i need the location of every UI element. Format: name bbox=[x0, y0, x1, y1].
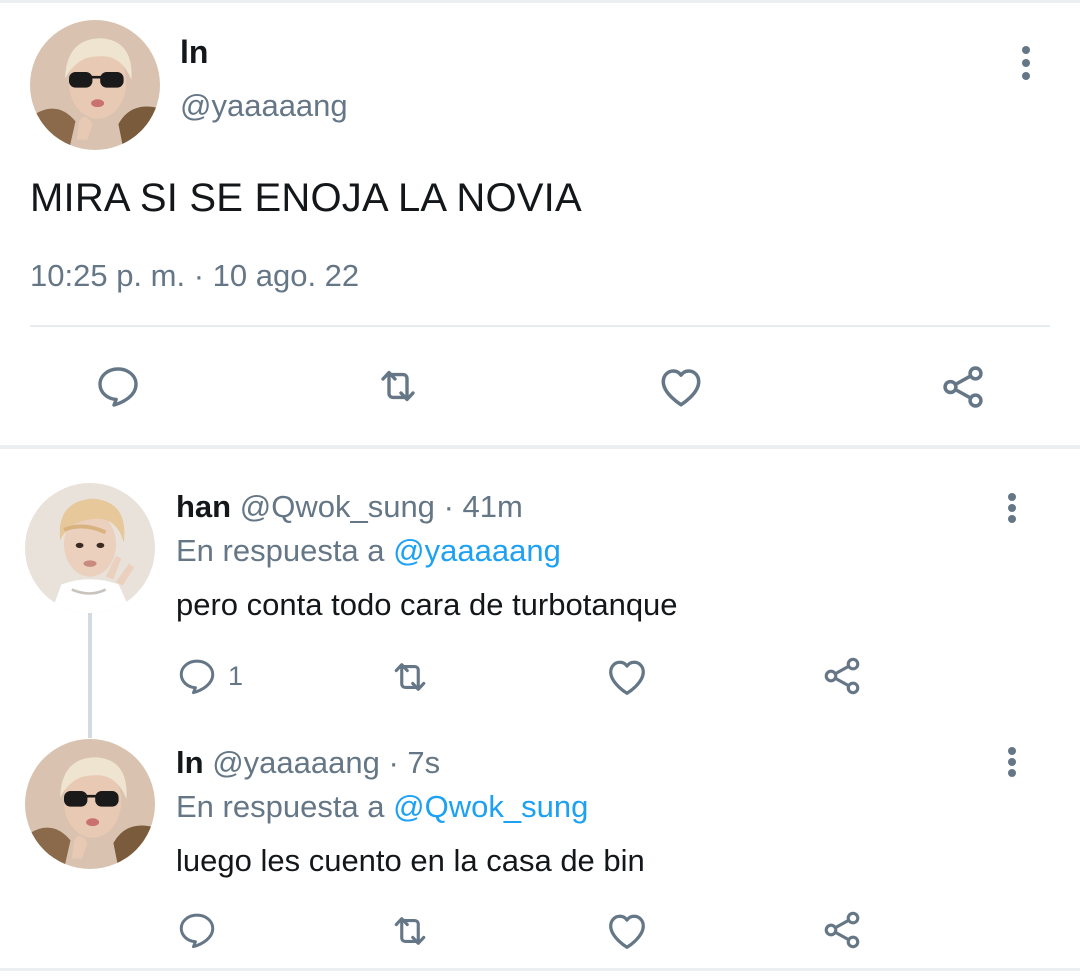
like-button[interactable] bbox=[604, 654, 650, 700]
tweet-text: MIRA SI SE ENOJA LA NOVIA bbox=[30, 176, 582, 220]
reply-icon bbox=[176, 655, 218, 697]
more-options-icon[interactable] bbox=[1005, 491, 1019, 525]
more-options-icon[interactable] bbox=[1005, 745, 1019, 779]
share-button[interactable] bbox=[820, 654, 864, 698]
reply-button[interactable] bbox=[94, 362, 142, 410]
mention-link[interactable]: @Qwok_sung bbox=[393, 789, 588, 824]
reply-button[interactable]: 1 bbox=[176, 655, 243, 697]
share-button[interactable] bbox=[938, 362, 988, 412]
avatar[interactable] bbox=[25, 483, 155, 613]
reply-count: 1 bbox=[228, 660, 244, 691]
reply-prefix: En respuesta a bbox=[176, 789, 385, 824]
share-icon bbox=[938, 362, 988, 412]
action-bar bbox=[0, 340, 1080, 435]
main-tweet: ln @yaaaaang MIRA SI SE ENOJA LA NOVIA 1… bbox=[0, 0, 1080, 448]
avatar[interactable] bbox=[25, 739, 155, 869]
like-button[interactable] bbox=[604, 908, 650, 954]
tweet-timestamp[interactable]: 10:25 p. m. · 10 ago. 22 bbox=[30, 258, 359, 294]
author-handle[interactable]: @yaaaaang bbox=[180, 88, 348, 124]
author-name[interactable]: han bbox=[176, 489, 231, 524]
reply-text: luego les cuento en la casa de bin bbox=[176, 843, 645, 878]
share-icon bbox=[820, 654, 864, 698]
like-button[interactable] bbox=[656, 362, 706, 412]
author-handle[interactable]: @yaaaaang bbox=[212, 745, 380, 780]
bottom-divider bbox=[0, 968, 1080, 971]
like-icon bbox=[604, 654, 650, 700]
like-icon bbox=[604, 908, 650, 954]
author-name[interactable]: ln bbox=[180, 34, 208, 71]
reply-tweet[interactable]: ln @yaaaaang · 7s En respuesta a @Qwok_s… bbox=[0, 739, 1080, 968]
reply-time[interactable]: 7s bbox=[407, 745, 440, 780]
reply-icon bbox=[176, 909, 218, 951]
divider bbox=[30, 325, 1050, 327]
in-reply-to: En respuesta a @yaaaaang bbox=[176, 533, 561, 569]
reply-text: pero conta todo cara de turbotanque bbox=[176, 587, 678, 622]
author-name[interactable]: ln bbox=[176, 745, 204, 780]
share-icon bbox=[820, 908, 864, 952]
reply-icon bbox=[94, 362, 142, 410]
more-options-icon[interactable] bbox=[1019, 44, 1033, 82]
separator: · bbox=[388, 745, 399, 780]
reply-time[interactable]: 41m bbox=[463, 489, 523, 524]
like-icon bbox=[656, 362, 706, 412]
mention-link[interactable]: @yaaaaang bbox=[393, 533, 561, 568]
retweet-button[interactable] bbox=[388, 909, 432, 953]
avatar[interactable] bbox=[30, 20, 160, 150]
reply-header: ln @yaaaaang · 7s bbox=[176, 745, 440, 781]
retweet-icon bbox=[374, 362, 422, 410]
retweet-icon bbox=[388, 909, 432, 953]
author-handle[interactable]: @Qwok_sung bbox=[240, 489, 435, 524]
separator: · bbox=[443, 489, 454, 524]
retweet-icon bbox=[388, 655, 432, 699]
reply-button[interactable] bbox=[176, 909, 218, 951]
reply-header: han @Qwok_sung · 41m bbox=[176, 489, 523, 525]
reply-tweet[interactable]: han @Qwok_sung · 41m En respuesta a @yaa… bbox=[0, 449, 1080, 739]
retweet-button[interactable] bbox=[388, 655, 432, 699]
in-reply-to: En respuesta a @Qwok_sung bbox=[176, 789, 588, 825]
retweet-button[interactable] bbox=[374, 362, 422, 410]
share-button[interactable] bbox=[820, 908, 864, 952]
reply-prefix: En respuesta a bbox=[176, 533, 385, 568]
